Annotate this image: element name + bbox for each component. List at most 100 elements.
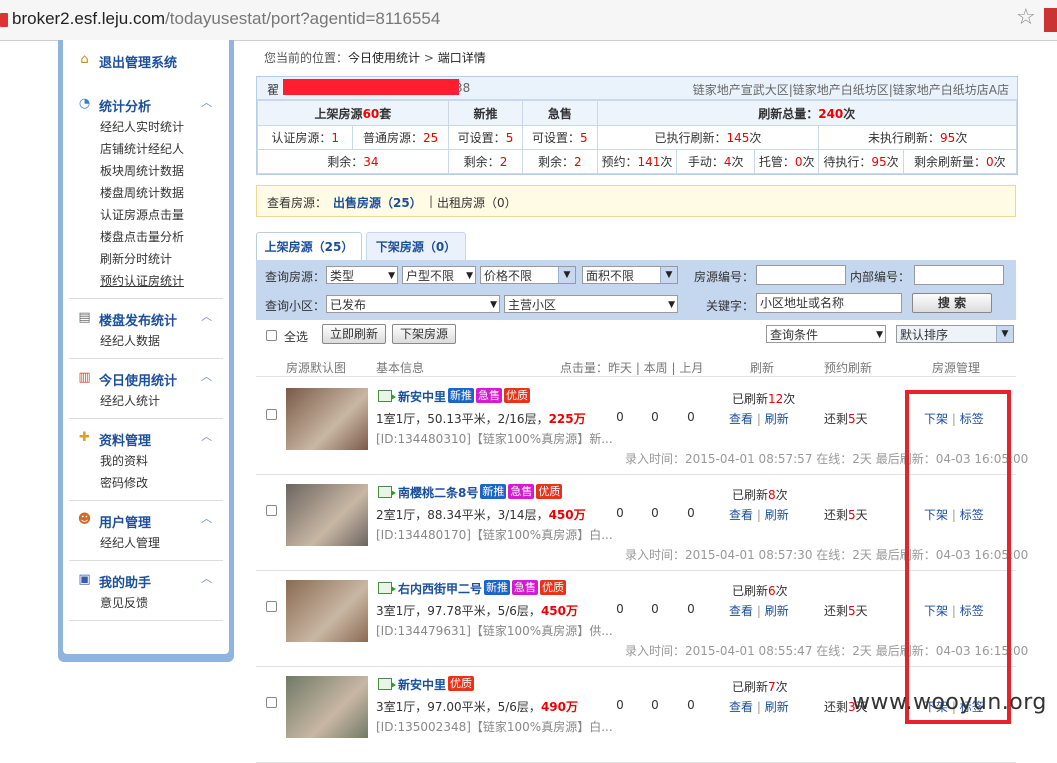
- sidebar-section-title[interactable]: 用户管理: [99, 512, 151, 531]
- sidebar-item[interactable]: 板块周统计数据: [63, 160, 229, 182]
- sidebar: ⌂ 退出管理系统 ◔ 统计分析 ︿ 经纪人实时统计 店铺统计经纪人 板块周统计数据 楼盘周统…: [58, 40, 234, 662]
- listing-tabs: 上架房源（25） 下架房源（0）: [256, 232, 1016, 261]
- listing-title[interactable]: 南樱桃二条8号: [398, 486, 478, 500]
- refresh-link[interactable]: 刷新: [765, 700, 789, 714]
- listing-title[interactable]: 新安中里: [398, 678, 446, 692]
- published-select[interactable]: 已发布 ▼: [326, 295, 500, 313]
- home-icon: ⌂: [80, 52, 89, 67]
- clicks-month: 0: [687, 602, 695, 616]
- chevron-up-icon[interactable]: ︿: [201, 428, 212, 444]
- search-button[interactable]: 搜 索: [912, 293, 992, 313]
- sidebar-item[interactable]: 楼盘周统计数据: [63, 182, 229, 204]
- search-filter-panel: 查询房源： 类型 ▼ 户型不限 ▼ 价格不限 ▼ 面积不限 ▼ 房源编号： 内部编号： …: [256, 260, 1016, 320]
- watermark: www.wooyun.org: [852, 690, 1047, 715]
- refresh-now-button[interactable]: 立即刷新: [322, 324, 386, 344]
- row-checkbox[interactable]: [266, 409, 277, 420]
- sidebar-item[interactable]: 经纪人管理: [63, 532, 229, 554]
- sidebar-item[interactable]: 刷新分时统计: [63, 248, 229, 270]
- refreshed-count: 已刷新6次: [732, 584, 788, 598]
- chevron-up-icon[interactable]: ︿: [201, 368, 212, 384]
- logout-link[interactable]: 退出管理系统: [99, 52, 177, 71]
- sidebar-item[interactable]: 经纪人统计: [63, 390, 229, 412]
- push-listing-icon[interactable]: [378, 678, 396, 690]
- layout-select[interactable]: 户型不限 ▼: [402, 266, 476, 284]
- sidebar-section-title[interactable]: 今日使用统计: [99, 370, 177, 389]
- listing-code-input[interactable]: [756, 265, 846, 285]
- listing-photo[interactable]: [286, 580, 368, 642]
- push-listing-icon[interactable]: [378, 582, 396, 594]
- refresh-link[interactable]: 刷新: [765, 412, 789, 426]
- query-condition-select[interactable]: 查询条件 ▼: [766, 325, 886, 343]
- sidebar-item[interactable]: 密码修改: [63, 472, 229, 494]
- clicks-yesterday: 0: [616, 410, 624, 424]
- refresh-link[interactable]: 刷新: [765, 604, 789, 618]
- price-select[interactable]: 价格不限 ▼: [480, 266, 576, 284]
- sidebar-section-title[interactable]: 资料管理: [99, 430, 151, 449]
- clicks-week: 0: [651, 410, 659, 424]
- clicks-week: 0: [651, 698, 659, 712]
- sidebar-item[interactable]: 认证房源点击量: [63, 204, 229, 226]
- sidebar-item[interactable]: 我的资料: [63, 450, 229, 472]
- bookmark-star-icon[interactable]: ☆: [1016, 5, 1036, 30]
- chevron-up-icon[interactable]: ︿: [201, 570, 212, 586]
- push-listing-icon[interactable]: [378, 390, 396, 402]
- row-checkbox[interactable]: [266, 697, 277, 708]
- sidebar-item[interactable]: 经纪人数据: [63, 330, 229, 352]
- listing-photo[interactable]: [286, 484, 368, 546]
- listing-tag-badge: 新推: [448, 388, 475, 403]
- clicks-month: 0: [687, 410, 695, 424]
- browser-address-bar: broker2.esf.leju.com/todayusestat/port?a…: [0, 0, 1057, 41]
- sidebar-section-title[interactable]: 我的助手: [99, 572, 151, 591]
- rent-listings-link[interactable]: 出租房源（0）: [437, 194, 517, 211]
- sidebar-section-2: ▥ 今日使用统计 ︿ 经纪人统计: [63, 364, 229, 412]
- sidebar-item[interactable]: 楼盘点击量分析: [63, 226, 229, 248]
- chevron-up-icon[interactable]: ︿: [201, 308, 212, 324]
- row-checkbox[interactable]: [266, 505, 277, 516]
- browser-menu-icon[interactable]: [1044, 8, 1057, 32]
- sidebar-section-title[interactable]: 统计分析: [99, 96, 151, 115]
- view-link[interactable]: 查看: [729, 412, 753, 426]
- listing-photo[interactable]: [286, 388, 368, 450]
- sidebar-section-title[interactable]: 楼盘发布统计: [99, 310, 177, 329]
- view-link[interactable]: 查看: [729, 508, 753, 522]
- sidebar-item[interactable]: 经纪人实时统计: [63, 116, 229, 138]
- keyword-input[interactable]: 小区地址或名称: [756, 293, 902, 313]
- main-community-select[interactable]: 主营小区 ▼: [504, 295, 678, 313]
- bar-chart-icon: ▥: [78, 370, 91, 385]
- chevron-up-icon[interactable]: ︿: [201, 94, 212, 110]
- sort-select[interactable]: 默认排序 ▼: [896, 325, 1014, 343]
- sidebar-item[interactable]: 意见反馈: [63, 592, 229, 614]
- tab-listed[interactable]: 上架房源（25）: [256, 232, 362, 261]
- favicon-icon: [0, 13, 8, 27]
- select-all-checkbox[interactable]: [266, 330, 277, 341]
- area-select[interactable]: 面积不限 ▼: [582, 266, 678, 284]
- booking-remaining: 还剩5天: [824, 508, 868, 522]
- listing-title[interactable]: 新安中里: [398, 390, 446, 404]
- delist-button[interactable]: 下架房源: [392, 324, 456, 344]
- refresh-link[interactable]: 刷新: [765, 508, 789, 522]
- view-link[interactable]: 查看: [729, 700, 753, 714]
- url-field[interactable]: broker2.esf.leju.com/todayusestat/port?a…: [12, 9, 440, 29]
- tab-delisted[interactable]: 下架房源（0）: [366, 232, 466, 261]
- row-checkbox[interactable]: [266, 601, 277, 612]
- view-link[interactable]: 查看: [729, 604, 753, 618]
- refreshed-count: 已刷新12次: [732, 392, 796, 406]
- sidebar-section-3: ✚ 资料管理 ︿ 我的资料 密码修改: [63, 424, 229, 494]
- inner-code-input[interactable]: [914, 265, 1004, 285]
- sale-listings-link[interactable]: 出售房源（25）: [333, 194, 422, 211]
- listing-photo[interactable]: [286, 676, 368, 738]
- sidebar-item[interactable]: 店铺统计经纪人: [63, 138, 229, 160]
- type-select[interactable]: 类型 ▼: [326, 266, 398, 284]
- sidebar-logout[interactable]: ⌂ 退出管理系统: [63, 46, 229, 72]
- source-filter-bar: 查看房源： 出售房源（25） | 出租房源（0）: [256, 185, 1016, 217]
- push-listing-icon[interactable]: [378, 486, 396, 498]
- chevron-up-icon[interactable]: ︿: [201, 510, 212, 526]
- listing-title[interactable]: 右内西街甲二号: [398, 582, 482, 596]
- sidebar-divider: [69, 358, 223, 359]
- breadcrumb-level1[interactable]: 今日使用统计: [348, 51, 420, 65]
- users-icon: ☻: [77, 512, 92, 527]
- listing-tag-badge: 优质: [448, 676, 475, 691]
- clipboard-icon: ▤: [78, 310, 91, 325]
- agent-store: 链家地产宣武大区|链家地产白纸坊区|链家地产白纸坊店A店: [692, 83, 1009, 97]
- sidebar-item[interactable]: 预约认证房统计: [63, 270, 229, 292]
